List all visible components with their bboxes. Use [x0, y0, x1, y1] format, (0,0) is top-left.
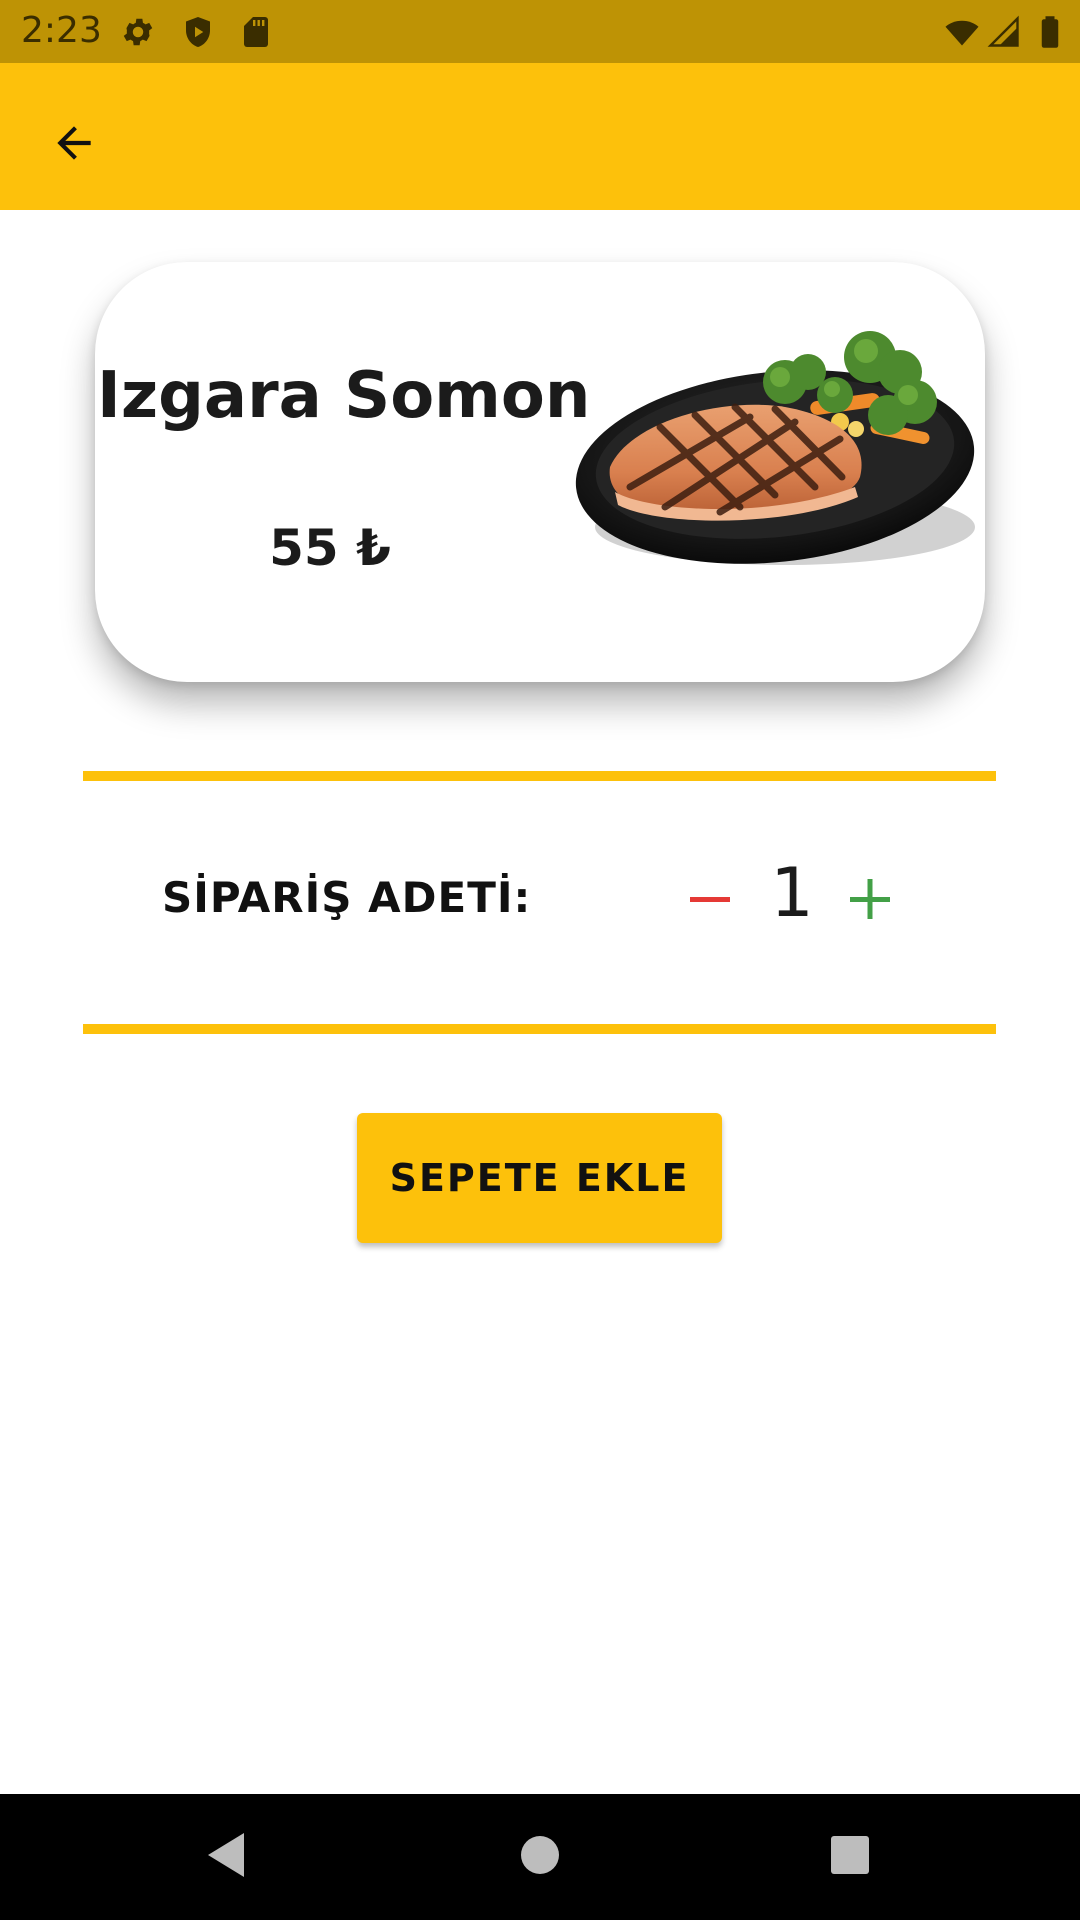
increase-quantity-button[interactable]	[844, 875, 896, 927]
nav-recents-button[interactable]	[820, 1827, 880, 1887]
product-card: Izgara Somon 55 ₺	[95, 262, 985, 682]
status-time: 2:23	[21, 10, 102, 51]
quantity-label: SİPARİŞ ADETİ:	[162, 873, 532, 922]
shield-play-icon	[180, 14, 216, 50]
quantity-value: 1	[770, 854, 814, 933]
sd-card-icon	[238, 14, 274, 50]
home-circle-icon	[520, 1835, 560, 1879]
divider-bottom	[83, 1024, 996, 1034]
decrease-quantity-button[interactable]	[684, 875, 736, 927]
app-bar	[0, 63, 1080, 210]
product-image	[570, 327, 985, 587]
signal-icon	[986, 14, 1022, 50]
wifi-icon	[944, 14, 980, 50]
divider-top	[83, 771, 996, 781]
nav-home-button[interactable]	[510, 1827, 570, 1887]
back-button[interactable]	[32, 103, 116, 187]
product-price: 55 ₺	[269, 519, 391, 577]
add-to-cart-label: SEPETE EKLE	[389, 1156, 690, 1200]
status-bar: 2:23	[0, 0, 1080, 63]
nav-back-button[interactable]	[196, 1827, 256, 1887]
back-triangle-icon	[204, 1831, 248, 1883]
gear-icon	[120, 14, 156, 50]
recents-square-icon	[830, 1835, 870, 1879]
plus-icon	[848, 877, 892, 925]
minus-icon	[688, 877, 732, 925]
battery-icon	[1032, 14, 1068, 50]
navigation-bar	[0, 1794, 1080, 1920]
arrow-left-icon	[49, 118, 99, 172]
add-to-cart-button[interactable]: SEPETE EKLE	[357, 1113, 722, 1243]
